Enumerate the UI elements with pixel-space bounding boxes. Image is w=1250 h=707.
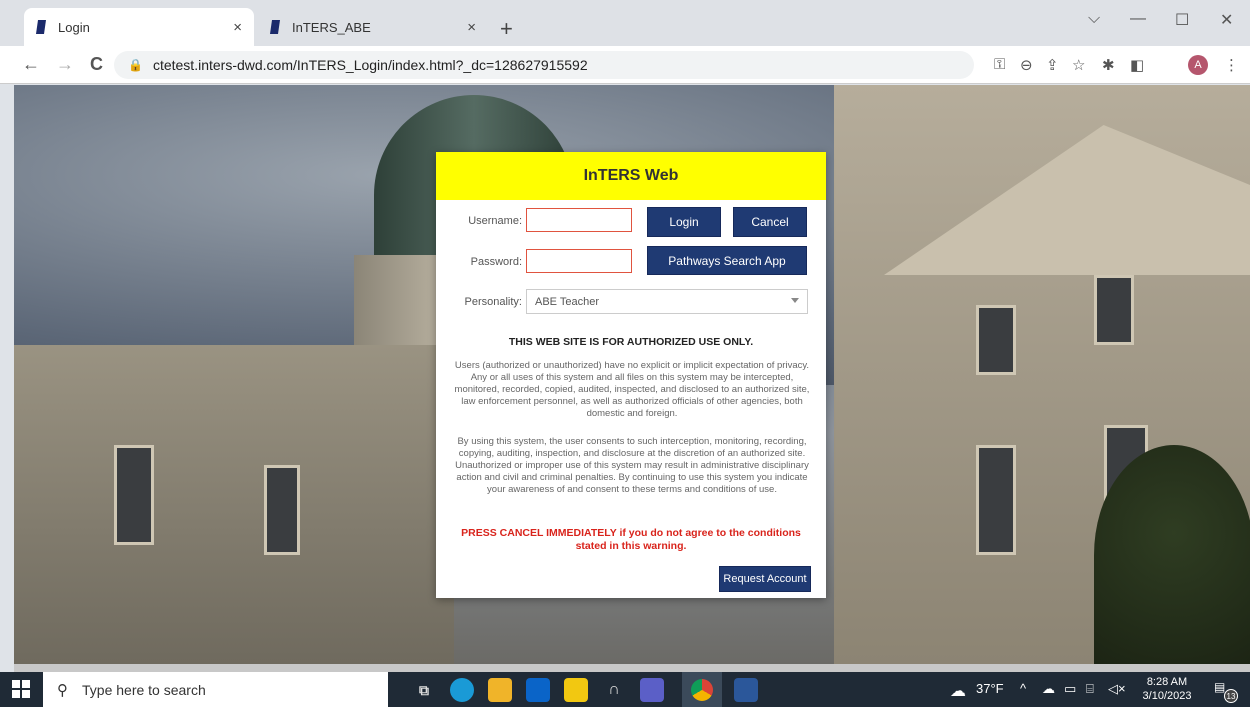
window [1094, 275, 1134, 345]
tab-close-icon[interactable]: × [233, 19, 242, 36]
headset-icon[interactable]: ∩ [602, 678, 626, 702]
task-view-icon[interactable]: ⧉ [412, 678, 436, 702]
maximize-button[interactable]: ☐ [1175, 10, 1189, 30]
address-toolbar: ← → C 🔒 ctetest.inters-dwd.com/InTERS_Lo… [0, 46, 1250, 84]
notification-badge: 13 [1224, 689, 1238, 703]
word-icon[interactable] [734, 678, 758, 702]
pathways-search-button[interactable]: Pathways Search App [647, 246, 807, 275]
forward-button[interactable]: → [56, 54, 74, 75]
notice-title: THIS WEB SITE IS FOR AUTHORIZED USE ONLY… [508, 336, 754, 348]
building-left [14, 345, 454, 665]
clock-date: 3/10/2023 [1142, 690, 1192, 702]
tab-label: Login [58, 19, 90, 35]
file-explorer-icon[interactable] [488, 678, 512, 702]
store-icon[interactable] [564, 678, 588, 702]
menu-icon[interactable]: ⋮ [1224, 56, 1239, 74]
battery-icon[interactable]: ▭ [1064, 681, 1076, 697]
tab-label: InTERS_ABE [292, 19, 371, 35]
personality-select[interactable]: ABE Teacher [526, 289, 808, 314]
outlook-icon[interactable] [526, 678, 550, 702]
new-tab-button[interactable]: + [500, 16, 513, 42]
network-icon[interactable]: ⌸ [1086, 681, 1094, 697]
username-input[interactable] [526, 208, 632, 232]
favicon-icon [36, 20, 46, 34]
window [264, 465, 300, 555]
url-text: ctetest.inters-dwd.com/InTERS_Login/inde… [152, 57, 588, 73]
window [114, 445, 154, 545]
personality-label: Personality: [464, 296, 522, 308]
minimize-button[interactable]: — [1130, 10, 1146, 28]
chrome-active-slot[interactable] [682, 672, 722, 707]
cancel-button[interactable]: Cancel [733, 207, 807, 237]
taskbar-search[interactable]: ⚲ Type here to search [43, 672, 388, 707]
volume-icon[interactable]: ◁× [1108, 681, 1126, 697]
teams-icon[interactable] [640, 678, 664, 702]
password-input[interactable] [526, 249, 632, 273]
close-window-button[interactable]: ✕ [1220, 10, 1233, 30]
login-button[interactable]: Login [647, 207, 721, 237]
taskbar: ⚲ Type here to search ⧉ ∩ ☁ 37°F ^ ☁ ▭ ⌸… [0, 672, 1250, 707]
chevron-down-icon [791, 298, 799, 303]
tab-inters-abe[interactable]: InTERS_ABE × [258, 8, 488, 46]
notice-paragraph-2: By using this system, the user consents … [455, 436, 809, 495]
windows-start-icon[interactable] [12, 680, 30, 698]
page-footer-strip [14, 664, 1250, 672]
edge-icon[interactable] [450, 678, 474, 702]
back-button[interactable]: ← [22, 54, 40, 75]
reload-button[interactable]: C [90, 54, 103, 75]
tab-login[interactable]: Login × [24, 8, 254, 46]
extensions-icon[interactable]: ✱ [1102, 56, 1115, 74]
notice-paragraph-1: Users (authorized or unauthorized) have … [454, 360, 810, 419]
onedrive-icon[interactable]: ☁ [1042, 681, 1055, 697]
clock[interactable]: 8:28 AM 3/10/2023 [1137, 675, 1197, 703]
key-icon[interactable]: ⚿ [994, 56, 1005, 73]
zoom-icon[interactable]: ⊖ [1020, 56, 1033, 74]
search-icon: ⚲ [57, 681, 68, 699]
personality-value: ABE Teacher [535, 295, 600, 308]
lock-icon: 🔒 [128, 58, 143, 72]
username-label: Username: [468, 215, 522, 227]
bookmark-star-icon[interactable]: ☆ [1072, 56, 1085, 74]
profile-avatar[interactable]: A [1188, 55, 1208, 75]
browser-titlebar: Login × InTERS_ABE × + ⌵ — ☐ ✕ [0, 0, 1250, 46]
dialog-title: InTERS Web [436, 152, 826, 200]
tab-close-icon[interactable]: × [467, 19, 476, 36]
login-dialog: InTERS Web Username: Password: Login Can… [436, 152, 826, 598]
request-account-button[interactable]: Request Account [719, 566, 811, 592]
clock-time: 8:28 AM [1146, 676, 1188, 688]
window [976, 445, 1016, 555]
tab-search-icon[interactable]: ⌵ [1088, 10, 1100, 28]
favicon-icon [270, 20, 280, 34]
warning-text: PRESS CANCEL IMMEDIATELY if you do not a… [461, 527, 801, 552]
tree [1094, 445, 1250, 665]
url-bar[interactable]: 🔒 ctetest.inters-dwd.com/InTERS_Login/in… [114, 51, 974, 79]
weather-temp[interactable]: 37°F [976, 681, 1004, 696]
password-label: Password: [470, 256, 522, 268]
cloud-icon: ☁ [950, 683, 966, 700]
chrome-icon [691, 678, 713, 701]
side-panel-icon[interactable]: ◧ [1130, 56, 1144, 74]
window [976, 305, 1016, 375]
share-icon[interactable]: ⇪ [1046, 56, 1059, 74]
search-placeholder: Type here to search [82, 681, 206, 698]
tray-chevron-icon[interactable]: ^ [1020, 681, 1026, 696]
